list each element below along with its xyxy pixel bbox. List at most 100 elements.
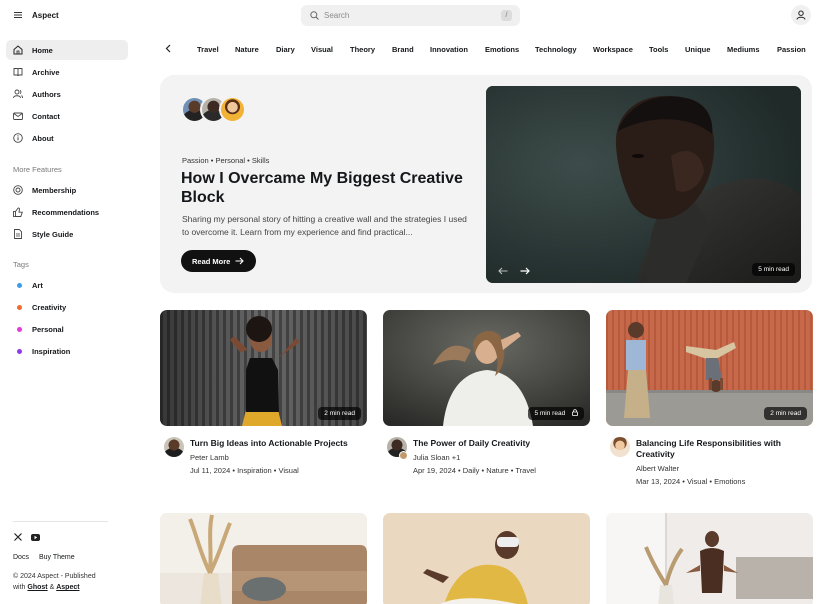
post-title[interactable]: The Power of Daily Creativity — [413, 438, 588, 449]
users-icon — [13, 89, 23, 99]
tab-passion[interactable]: Passion — [777, 45, 806, 54]
post-photo — [160, 513, 367, 604]
sidebar-item-label: Recommendations — [32, 208, 100, 217]
tab-innovation[interactable]: Innovation — [430, 45, 468, 54]
features-heading: More Features — [13, 165, 62, 174]
tab-diary[interactable]: Diary — [276, 45, 295, 54]
sidebar-item-home[interactable]: Home — [6, 40, 128, 60]
avatar[interactable] — [219, 96, 246, 123]
tab-tools[interactable]: Tools — [649, 45, 668, 54]
ghost-link[interactable]: Ghost — [27, 584, 47, 591]
search-shortcut: / — [501, 10, 512, 21]
post-image[interactable]: 5 min read — [383, 310, 590, 426]
sidebar-tag-personal[interactable]: Personal — [6, 319, 128, 339]
copyright-line: © 2024 Aspect - Published — [13, 573, 96, 580]
featured-excerpt: Sharing my personal story of hitting a c… — [182, 214, 467, 237]
post-title[interactable]: Balancing Life Responsibilities with Cre… — [636, 438, 811, 460]
published-with: with Ghost & Aspect — [13, 582, 123, 593]
sidebar-item-contact[interactable]: Contact — [6, 106, 128, 126]
search-bar[interactable]: Search / — [301, 5, 520, 26]
read-more-button[interactable]: Read More — [181, 250, 256, 272]
sidebar-divider — [13, 521, 108, 522]
post-meta: Apr 19, 2024 • Daily • Nature • Travel — [413, 466, 536, 475]
youtube-icon[interactable] — [31, 534, 40, 541]
tab-visual[interactable]: Visual — [311, 45, 333, 54]
tab-technology[interactable]: Technology — [535, 45, 577, 54]
sidebar-tag-art[interactable]: Art — [6, 275, 128, 295]
post-meta: Jul 11, 2024 • Inspiration • Visual — [190, 466, 299, 475]
home-icon — [13, 45, 23, 55]
post-card[interactable]: 2 min read Balancing Life Responsibiliti… — [606, 310, 813, 500]
copyright-amp: & — [49, 584, 55, 591]
coauthor-avatar[interactable] — [399, 451, 408, 460]
sidebar-item-style-guide[interactable]: Style Guide — [6, 224, 128, 244]
tags-heading: Tags — [13, 260, 29, 269]
tab-theory[interactable]: Theory — [350, 45, 375, 54]
arrow-right-icon[interactable] — [520, 267, 531, 275]
account-button[interactable] — [791, 5, 811, 25]
buy-theme-link[interactable]: Buy Theme — [39, 554, 75, 561]
sidebar-item-label: Home — [32, 46, 53, 55]
tab-nature[interactable]: Nature — [235, 45, 259, 54]
user-icon — [796, 10, 806, 20]
portrait-image — [486, 86, 801, 283]
aspect-link[interactable]: Aspect — [56, 584, 79, 591]
tab-emotions[interactable]: Emotions — [485, 45, 519, 54]
sidebar-item-membership[interactable]: Membership — [6, 180, 128, 200]
sidebar-tag-label: Personal — [32, 325, 64, 334]
tab-mediums[interactable]: Mediums — [727, 45, 760, 54]
arrow-right-icon — [235, 257, 244, 265]
arrow-left-icon[interactable] — [498, 267, 508, 275]
read-more-label: Read More — [192, 257, 231, 266]
tab-travel[interactable]: Travel — [197, 45, 219, 54]
post-photo — [606, 513, 813, 604]
post-author[interactable]: Peter Lamb — [190, 453, 229, 462]
post-image[interactable]: 2 min read — [606, 310, 813, 426]
x-twitter-icon[interactable] — [14, 533, 22, 541]
sidebar-item-label: Archive — [32, 68, 60, 77]
post-photo — [383, 513, 590, 604]
tab-brand[interactable]: Brand — [392, 45, 414, 54]
post-author[interactable]: Julia Sloan +1 — [413, 453, 460, 462]
read-time-badge: 2 min read — [318, 407, 361, 420]
search-icon — [310, 11, 319, 20]
author-avatar[interactable] — [610, 437, 630, 457]
tag-dot-icon — [17, 305, 22, 310]
featured-post: Passion • Personal • Skills How I Overca… — [160, 75, 812, 293]
featured-title[interactable]: How I Overcame My Biggest Creative Block — [181, 169, 471, 207]
post-title[interactable]: Turn Big Ideas into Actionable Projects — [190, 438, 365, 449]
post-image[interactable] — [383, 513, 590, 604]
tab-unique[interactable]: Unique — [685, 45, 710, 54]
post-meta: Mar 13, 2024 • Visual • Emotions — [636, 477, 746, 486]
post-author[interactable]: Albert Walter — [636, 464, 679, 473]
sidebar-item-about[interactable]: About — [6, 128, 128, 148]
author-avatar[interactable] — [164, 437, 184, 457]
featured-image[interactable]: 5 min read — [486, 86, 801, 283]
sidebar-tag-label: Inspiration — [32, 347, 71, 356]
sidebar-tag-creativity[interactable]: Creativity — [6, 297, 128, 317]
sidebar-item-authors[interactable]: Authors — [6, 84, 128, 104]
post-image[interactable]: 2 min read — [160, 310, 367, 426]
read-time-badge: 2 min read — [764, 407, 807, 420]
post-card[interactable]: 5 min read The Power of Daily Creativity… — [383, 310, 590, 500]
sidebar-item-label: Style Guide — [32, 230, 74, 239]
tag-dot-icon — [17, 283, 22, 288]
thumbs-up-icon — [13, 207, 23, 217]
featured-tags[interactable]: Passion • Personal • Skills — [182, 156, 269, 165]
slider-controls — [498, 262, 531, 280]
post-image[interactable] — [606, 513, 813, 604]
docs-link[interactable]: Docs — [13, 554, 29, 561]
tag-dot-icon — [17, 327, 22, 332]
sidebar-tag-inspiration[interactable]: Inspiration — [6, 341, 128, 361]
menu-icon[interactable] — [14, 11, 22, 19]
post-image[interactable] — [160, 513, 367, 604]
sidebar-item-label: Membership — [32, 186, 77, 195]
post-card[interactable]: 2 min read Turn Big Ideas into Actionabl… — [160, 310, 367, 500]
tab-workspace[interactable]: Workspace — [593, 45, 633, 54]
read-time-badge: 5 min read — [752, 263, 795, 276]
sidebar-item-label: About — [32, 134, 54, 143]
sidebar-item-archive[interactable]: Archive — [6, 62, 128, 82]
site-logo[interactable]: Aspect — [32, 11, 59, 20]
sidebar-item-recommendations[interactable]: Recommendations — [6, 202, 128, 222]
chevron-left-icon[interactable] — [164, 44, 173, 53]
